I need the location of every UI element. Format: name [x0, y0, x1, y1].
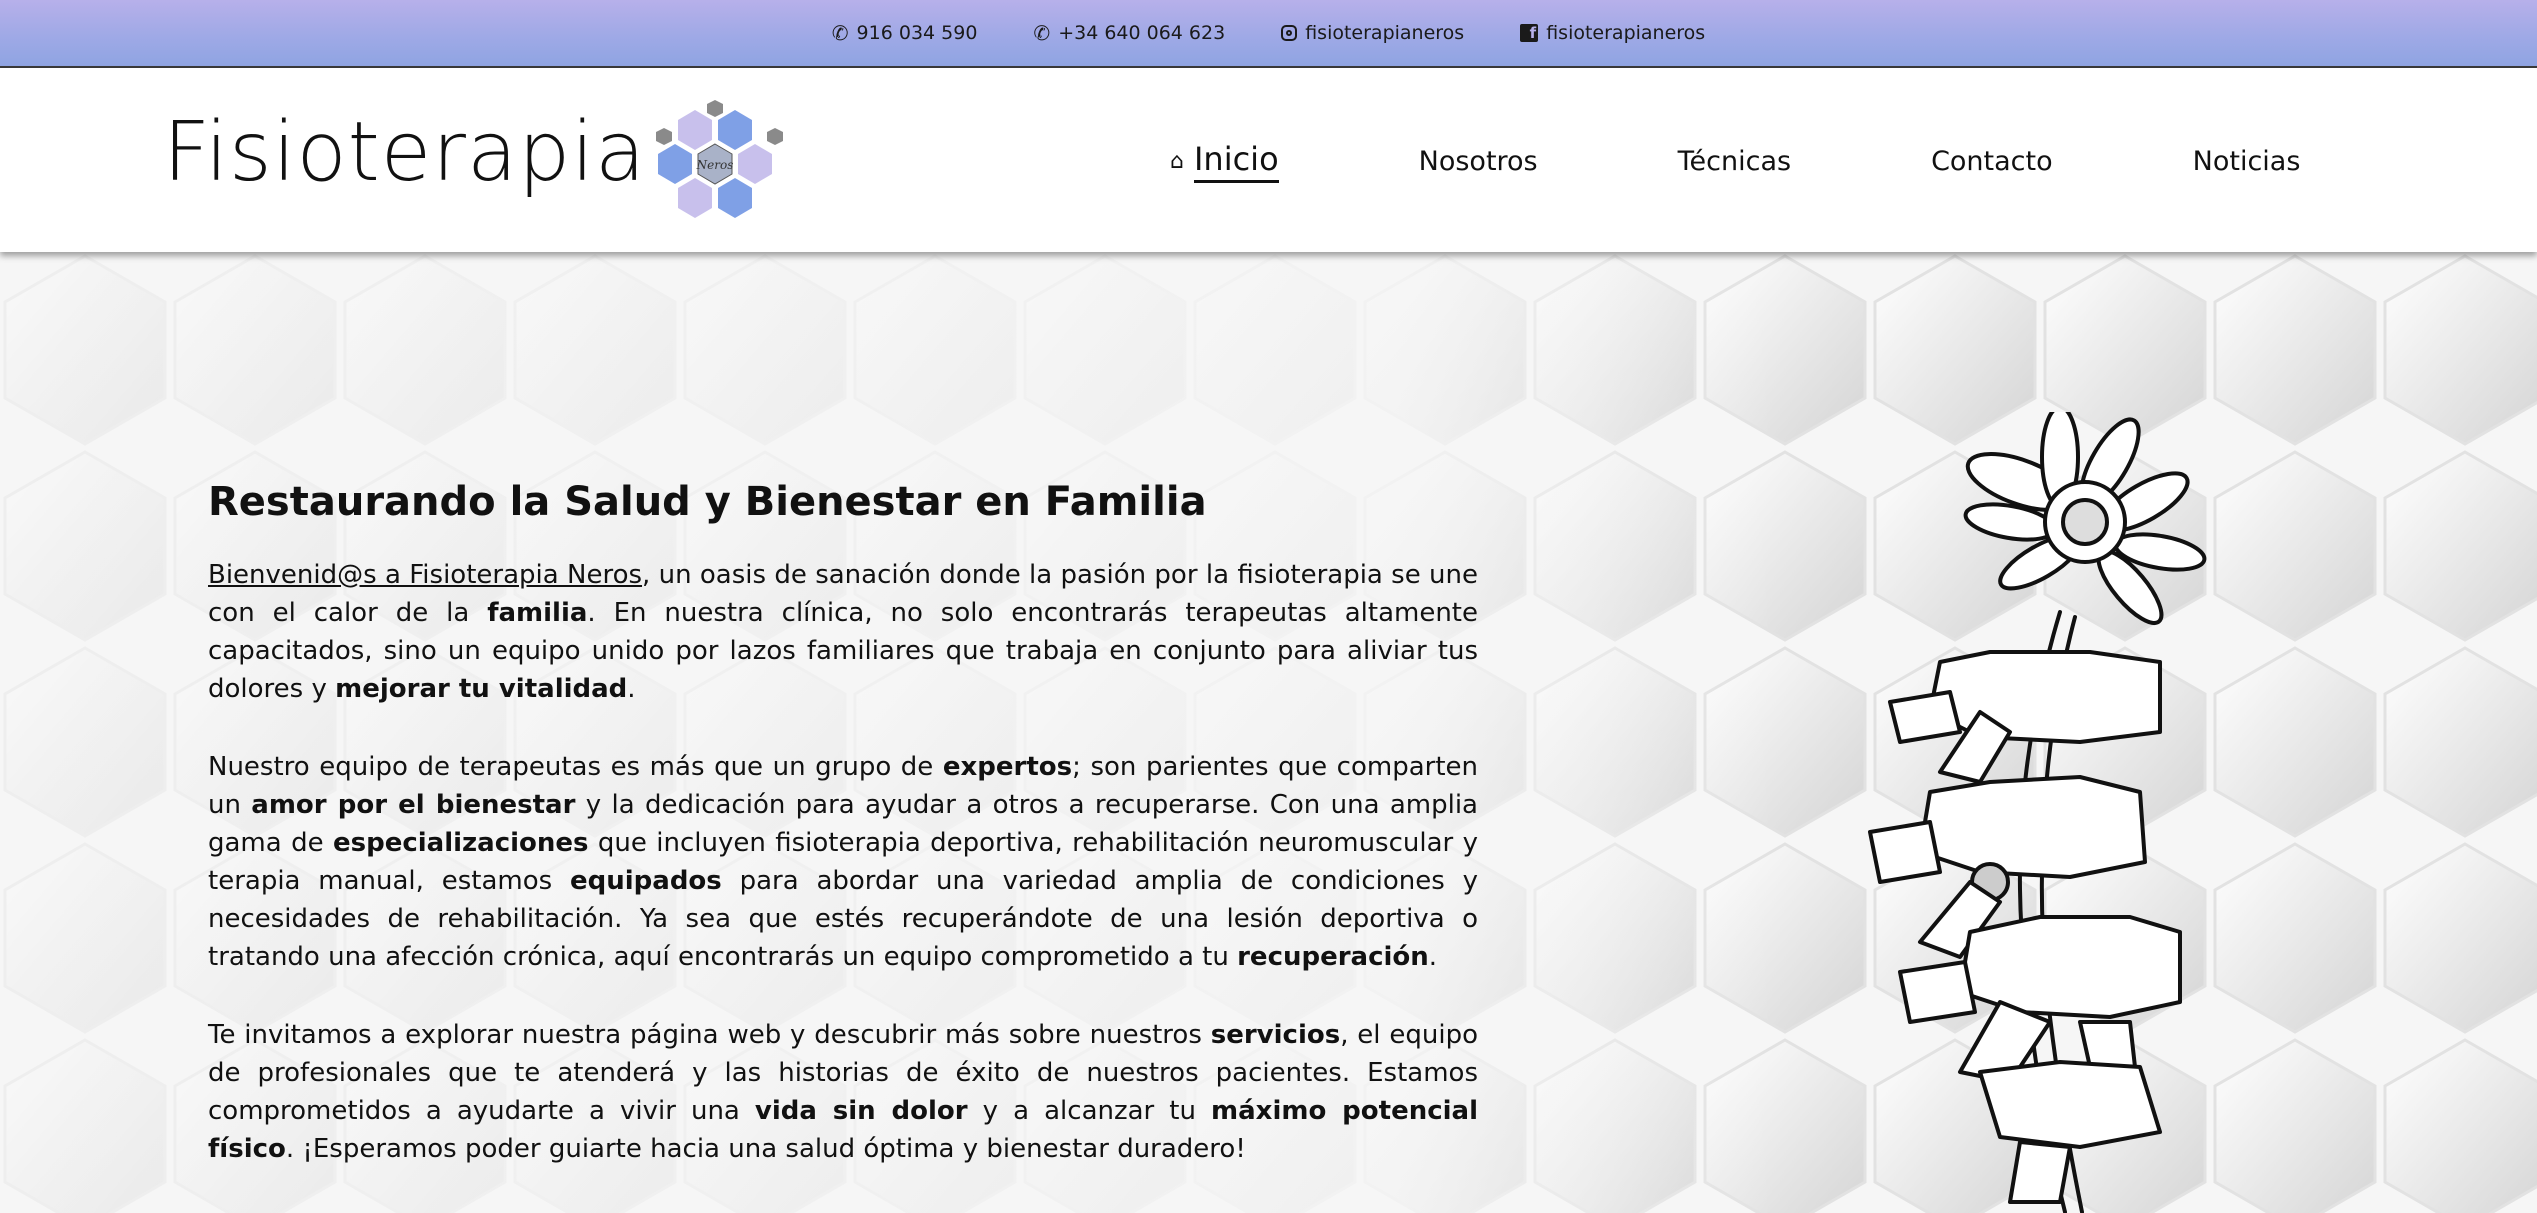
- bold-text: familia: [487, 598, 588, 628]
- welcome-link[interactable]: Bienvenid@s a Fisioterapia Neros: [208, 560, 642, 590]
- text: .: [1428, 942, 1438, 972]
- text: .: [627, 674, 636, 704]
- logo-hex-gray-top: [707, 100, 723, 117]
- vertebra-4: [1978, 1060, 2162, 1204]
- nav-inicio[interactable]: ⌂ Inicio: [1170, 140, 1279, 183]
- intro-content: Restaurando la Salud y Bienestar en Fami…: [208, 478, 1478, 1208]
- phone-link[interactable]: ✆ 916 034 590: [832, 22, 978, 44]
- logo-hex-gray-left: [656, 128, 672, 145]
- intro-paragraph-1: Bienvenid@s a Fisioterapia Neros, un oas…: [208, 556, 1478, 708]
- hero-title: Restaurando la Salud y Bienestar en Fami…: [208, 479, 1207, 525]
- flower: [1963, 412, 2207, 625]
- nav-inicio-label: Inicio: [1193, 140, 1279, 183]
- facebook-handle: fisioterapianeros: [1546, 22, 1706, 44]
- nav-nosotros[interactable]: Nosotros: [1419, 146, 1538, 177]
- site-header: Fisioterapia Neros ⌂ Inicio Nosotros Téc…: [0, 68, 2537, 252]
- intro-paragraph-3: Te invitamos a explorar nuestra página w…: [208, 1016, 1478, 1168]
- logo-hex-blue-3: [718, 178, 752, 218]
- whatsapp-number: +34 640 064 623: [1058, 22, 1226, 44]
- facebook-link[interactable]: f fisioterapianeros: [1520, 22, 1705, 44]
- bold-text: especializaciones: [332, 828, 589, 858]
- nav-noticias[interactable]: Noticias: [2193, 146, 2301, 177]
- logo-hex-lavender-1: [678, 110, 712, 150]
- bold-text: servicios: [1210, 1020, 1341, 1050]
- bold-text: recuperación: [1237, 942, 1429, 972]
- instagram-handle: fisioterapianeros: [1305, 22, 1465, 44]
- phone-number: 916 034 590: [856, 22, 978, 44]
- bold-text: mejorar tu vitalidad: [335, 674, 628, 704]
- hero-section: Restaurando la Salud y Bienestar en Fami…: [0, 252, 2537, 1213]
- nav-tecnicas[interactable]: Técnicas: [1678, 146, 1791, 177]
- vertebra-1: [1888, 650, 2162, 784]
- instagram-link[interactable]: fisioterapianeros: [1281, 22, 1464, 44]
- bold-text: amor por el bienestar: [251, 790, 576, 820]
- main-nav: ⌂ Inicio Nosotros Técnicas Contacto Noti…: [1170, 140, 2440, 183]
- brand-name[interactable]: Fisioterapia: [163, 112, 646, 194]
- facebook-icon: f: [1520, 24, 1539, 42]
- bold-text: expertos: [942, 752, 1073, 782]
- honeycomb-logo[interactable]: Neros: [650, 98, 790, 223]
- logo-hex-blue-2: [658, 144, 692, 184]
- text: . ¡Esperamos poder guiarte hacia una sal…: [285, 1134, 1246, 1164]
- whatsapp-icon: ✆: [1033, 21, 1051, 45]
- text: Te invitamos a explorar nuestra página w…: [208, 1020, 1211, 1050]
- instagram-icon: [1281, 25, 1298, 41]
- text: y a alcanzar tu: [967, 1096, 1212, 1126]
- logo-hex-lavender-3: [678, 178, 712, 218]
- bold-text: vida sin dolor: [754, 1096, 968, 1126]
- logo-hex-gray-right: [767, 128, 783, 145]
- contact-bar: ✆ 916 034 590 ✆ +34 640 064 623 fisioter…: [0, 0, 2537, 68]
- whatsapp-link[interactable]: ✆ +34 640 064 623: [1033, 22, 1225, 44]
- logo-hex-lavender-2: [738, 144, 772, 184]
- logo-hex-blue-1: [718, 110, 752, 150]
- nav-contacto[interactable]: Contacto: [1931, 146, 2053, 177]
- text: Nuestro equipo de terapeutas es más que …: [208, 752, 943, 782]
- home-icon: ⌂: [1170, 149, 1184, 174]
- logo-text: Neros: [696, 158, 734, 172]
- phone-icon: ✆: [831, 21, 849, 45]
- spine-flower-illustration: [1868, 412, 2207, 1213]
- bold-text: equipados: [570, 866, 722, 896]
- intro-paragraph-2: Nuestro equipo de terapeutas es más que …: [208, 748, 1478, 976]
